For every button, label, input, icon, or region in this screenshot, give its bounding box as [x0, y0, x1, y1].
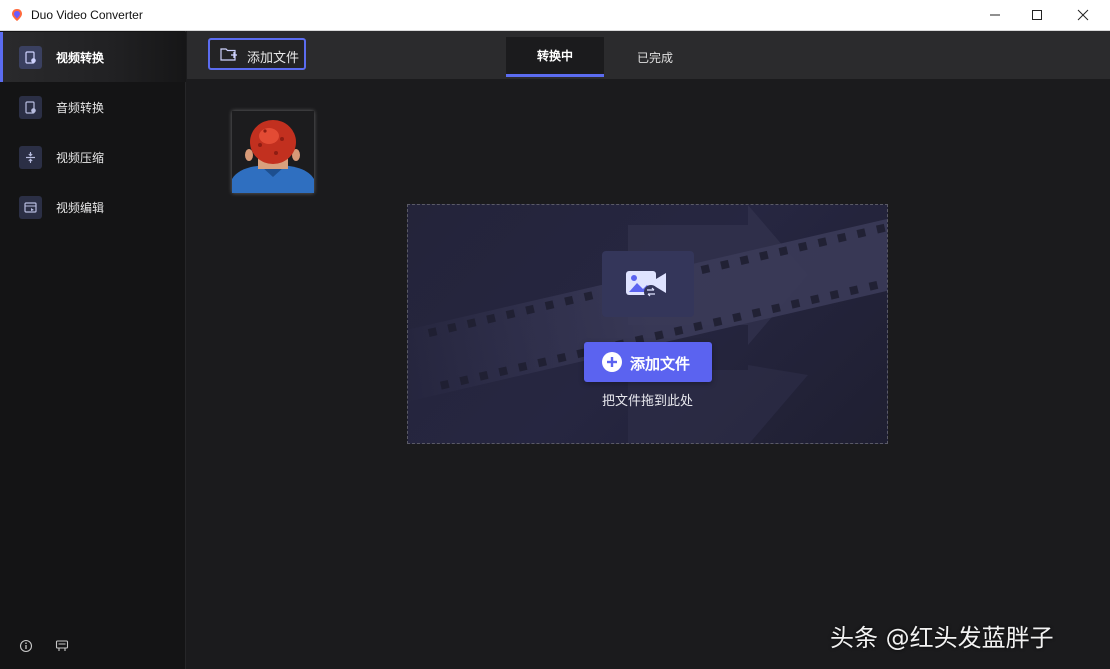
sidebar-item-label: 视频转换: [56, 50, 105, 65]
video-thumbnail[interactable]: [232, 111, 314, 193]
person-thumbnail-image: [232, 111, 314, 193]
video-camera-icon: [626, 271, 666, 299]
close-button[interactable]: [1060, 0, 1106, 30]
drop-zone[interactable]: 添加文件 把文件拖到此处: [407, 204, 888, 444]
top-toolbar: 添加文件 转换中 已完成: [187, 31, 1110, 79]
sidebar: 视频转换 音频转换 视频压缩 视频编辑: [0, 31, 186, 669]
watermark: 头条 @红头发蓝胖子: [830, 624, 1054, 652]
sidebar-item-video-compress[interactable]: 视频压缩: [0, 132, 186, 182]
sidebar-item-video-convert[interactable]: 视频转换: [0, 32, 186, 82]
dropzone-add-file-button[interactable]: 添加文件: [584, 342, 712, 382]
minimize-button[interactable]: [972, 0, 1018, 30]
plus-circle-icon: [602, 352, 622, 372]
add-folder-icon: [220, 48, 237, 61]
sidebar-item-video-edit[interactable]: 视频编辑: [0, 182, 186, 232]
maximize-button[interactable]: [1014, 0, 1060, 30]
minimize-icon: [990, 14, 1000, 16]
window-title: Duo Video Converter: [31, 8, 143, 22]
audio-convert-icon: [19, 95, 42, 119]
close-icon: [1077, 9, 1089, 21]
tab-completed[interactable]: 已完成: [606, 37, 704, 77]
feedback-icon[interactable]: [54, 638, 70, 654]
info-icon[interactable]: [18, 638, 34, 654]
add-file-button[interactable]: 添加文件: [208, 38, 306, 70]
video-file-icon-box: [602, 251, 694, 317]
compress-icon: [19, 145, 42, 169]
title-bar: Duo Video Converter: [0, 0, 1110, 31]
dropzone-add-file-label: 添加文件: [630, 355, 691, 373]
drop-hint-text: 把文件拖到此处: [601, 394, 693, 409]
maximize-icon: [1032, 10, 1042, 20]
sidebar-item-audio-convert[interactable]: 音频转换: [0, 82, 186, 132]
app-logo-icon: [12, 9, 22, 21]
add-file-label: 添加文件: [247, 51, 300, 66]
sidebar-item-label: 视频编辑: [56, 200, 105, 215]
sidebar-item-label: 视频压缩: [56, 150, 105, 165]
sidebar-item-label: 音频转换: [56, 100, 105, 115]
edit-icon: [19, 195, 42, 219]
tab-converting[interactable]: 转换中: [506, 37, 604, 77]
video-convert-icon: [19, 45, 42, 69]
